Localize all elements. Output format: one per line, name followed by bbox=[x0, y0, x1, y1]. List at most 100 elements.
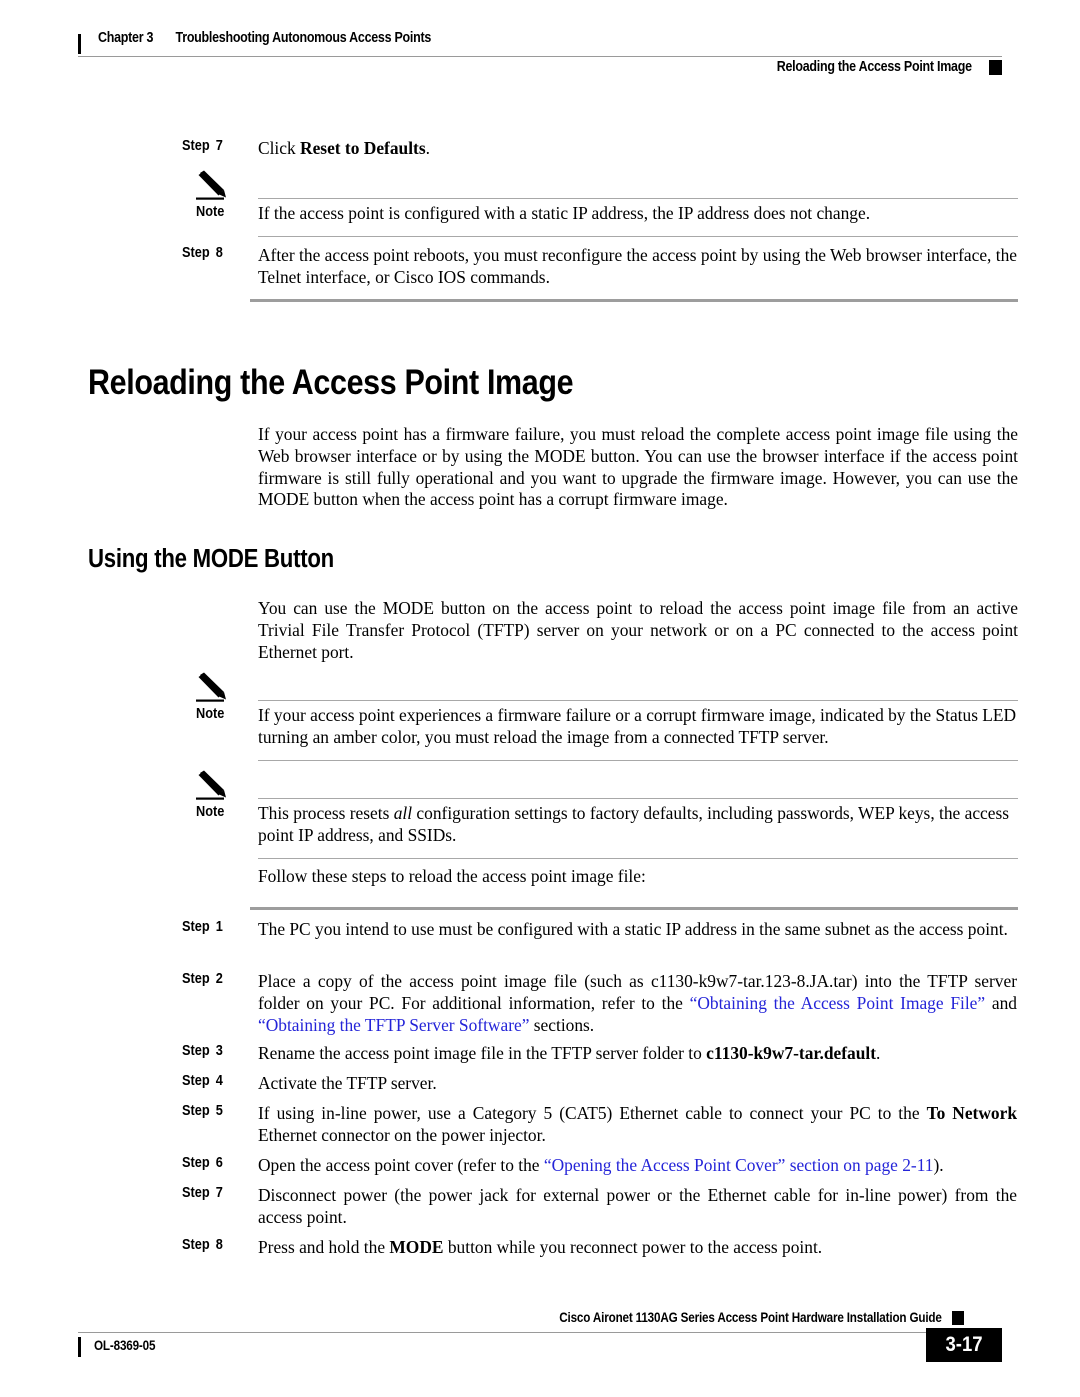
step-text-seg: ). bbox=[933, 1155, 944, 1175]
step-word: Step bbox=[182, 245, 210, 261]
chapter-title: Troubleshooting Autonomous Access Points bbox=[175, 30, 432, 46]
page-footer: Cisco Aironet 1130AG Series Access Point… bbox=[78, 1310, 1002, 1370]
note-rule-bottom bbox=[258, 760, 1018, 761]
step-label: Step 2 bbox=[182, 971, 244, 987]
step-text-seg: Press and hold the bbox=[258, 1237, 390, 1257]
step-word: Step bbox=[182, 1237, 210, 1253]
step-label: Step 5 bbox=[182, 1103, 244, 1119]
step-text-lead: Click bbox=[258, 138, 301, 158]
step-word: Step bbox=[182, 1103, 210, 1119]
step-number: 2 bbox=[215, 971, 223, 987]
step-text: Rename the access point image file in th… bbox=[258, 1043, 1017, 1065]
step-number: 7 bbox=[215, 1185, 223, 1201]
step-text-seg: Ethernet connector on the power injector… bbox=[258, 1124, 546, 1145]
page-header: Chapter 3 Troubleshooting Autonomous Acce… bbox=[78, 30, 1002, 82]
mode-paragraph: You can use the MODE button on the acces… bbox=[258, 598, 1018, 662]
step-number: 8 bbox=[215, 1237, 223, 1253]
step-text: Open the access point cover (refer to th… bbox=[258, 1155, 1017, 1177]
page-number: 3-17 bbox=[945, 1333, 983, 1356]
step-number: 3 bbox=[215, 1043, 223, 1059]
note-label: Note bbox=[196, 204, 225, 220]
pencil-icon bbox=[196, 170, 238, 202]
header-marker-square bbox=[989, 60, 1002, 75]
step-text: Click Reset to Defaults. bbox=[258, 138, 1017, 160]
step-number: 1 bbox=[215, 919, 223, 935]
intro-paragraph: If your access point has a firmware fail… bbox=[258, 424, 1018, 510]
step-word: Step bbox=[182, 971, 210, 987]
step-text: If using in-line power, use a Category 5… bbox=[258, 1103, 1017, 1147]
step-text: Activate the TFTP server. bbox=[258, 1073, 437, 1093]
step-word: Step bbox=[182, 919, 210, 935]
step-text-bold: MODE bbox=[389, 1237, 444, 1257]
step-word: Step bbox=[182, 1155, 210, 1171]
step-text: Disconnect power (the power jack for ext… bbox=[258, 1185, 1017, 1227]
step-text-seg: sections. bbox=[529, 1014, 595, 1035]
pencil-icon bbox=[196, 770, 238, 802]
step-label: Step 3 bbox=[182, 1043, 244, 1059]
step-word: Step bbox=[182, 1043, 210, 1059]
note-text-emphasis: all bbox=[393, 803, 413, 823]
step-text-seg: Open the access point cover (refer to th… bbox=[258, 1155, 544, 1175]
cross-reference-link[interactable]: “Obtaining the Access Point Image File” bbox=[690, 993, 986, 1013]
section-heading: Using the MODE Button bbox=[88, 545, 334, 573]
note-text: If your access point experiences a firmw… bbox=[258, 705, 1017, 747]
note-rule-top bbox=[258, 700, 1018, 701]
footer-tick-mark bbox=[78, 1337, 81, 1357]
header-tick-mark bbox=[78, 34, 81, 54]
breadcrumb: Chapter 3 Troubleshooting Autonomous Acce… bbox=[98, 30, 431, 46]
step-label: Step 6 bbox=[182, 1155, 244, 1171]
step-text: Press and hold the MODE button while you… bbox=[258, 1237, 1017, 1259]
step-label: Step 7 bbox=[182, 138, 244, 154]
step-text: Place a copy of the access point image f… bbox=[258, 971, 1017, 1036]
step-label: Step 7 bbox=[182, 1185, 244, 1201]
step-number: 8 bbox=[215, 245, 223, 261]
page-title: Reloading the Access Point Image bbox=[88, 363, 574, 402]
step-text-tail: . bbox=[425, 138, 430, 158]
note-rule-top bbox=[258, 798, 1018, 799]
step-text-seg: button while you reconnect power to the … bbox=[443, 1237, 823, 1257]
note-text-lead: This process resets bbox=[258, 803, 394, 823]
step-word: Step bbox=[182, 138, 210, 154]
step-number: 7 bbox=[215, 138, 223, 154]
note-rule-bottom bbox=[258, 858, 1018, 859]
chapter-label: Chapter 3 bbox=[98, 30, 154, 46]
page-number-box: 3-17 bbox=[926, 1328, 1002, 1362]
step-text: After the access point reboots, you must… bbox=[258, 245, 1017, 287]
step-text-bold: Reset to Defaults bbox=[300, 138, 426, 158]
section-divider bbox=[250, 299, 1018, 302]
step-label: Step 8 bbox=[182, 245, 244, 261]
footer-marker-square bbox=[952, 1311, 964, 1325]
note-label: Note bbox=[196, 706, 225, 722]
step-label: Step 4 bbox=[182, 1073, 244, 1089]
step-label: Step 8 bbox=[182, 1237, 244, 1253]
note-label: Note bbox=[196, 804, 225, 820]
footer-doc-id: OL-8369-05 bbox=[94, 1338, 156, 1353]
step-text: The PC you intend to use must be configu… bbox=[258, 919, 1008, 939]
step-word: Step bbox=[182, 1073, 210, 1089]
pencil-icon bbox=[196, 672, 238, 704]
step-label: Step 1 bbox=[182, 919, 244, 935]
step-text-seg: and bbox=[985, 992, 1017, 1013]
note-rule-top bbox=[258, 198, 1018, 199]
step-number: 5 bbox=[215, 1103, 223, 1119]
note-rule-bottom bbox=[258, 236, 1018, 237]
document-page: Chapter 3 Troubleshooting Autonomous Acce… bbox=[0, 0, 1080, 1397]
footer-rule bbox=[78, 1332, 964, 1333]
note-text: If the access point is configured with a… bbox=[258, 203, 871, 223]
note-text: This process resets all configuration se… bbox=[258, 803, 1018, 847]
step-text-seg: If using in-line power, use a Category 5… bbox=[258, 1103, 927, 1123]
step-number: 6 bbox=[215, 1155, 223, 1171]
follow-paragraph: Follow these steps to reload the access … bbox=[258, 866, 646, 886]
header-rule bbox=[78, 56, 1002, 57]
cross-reference-link[interactable]: “Obtaining the TFTP Server Software” bbox=[258, 1015, 529, 1035]
footer-guide-title: Cisco Aironet 1130AG Series Access Point… bbox=[559, 1310, 943, 1325]
step-text-bold: c1130-k9w7-tar.default bbox=[706, 1043, 877, 1063]
step-text-seg: . bbox=[876, 1043, 881, 1063]
step-text-seg: Rename the access point image file in th… bbox=[258, 1043, 707, 1063]
step-word: Step bbox=[182, 1185, 210, 1201]
header-section-title: Reloading the Access Point Image bbox=[776, 59, 972, 75]
step-number: 4 bbox=[215, 1073, 223, 1089]
procedure-divider bbox=[250, 907, 1018, 910]
step-text-bold: To Network bbox=[926, 1103, 1017, 1123]
cross-reference-link[interactable]: “Opening the Access Point Cover” section… bbox=[544, 1155, 934, 1175]
